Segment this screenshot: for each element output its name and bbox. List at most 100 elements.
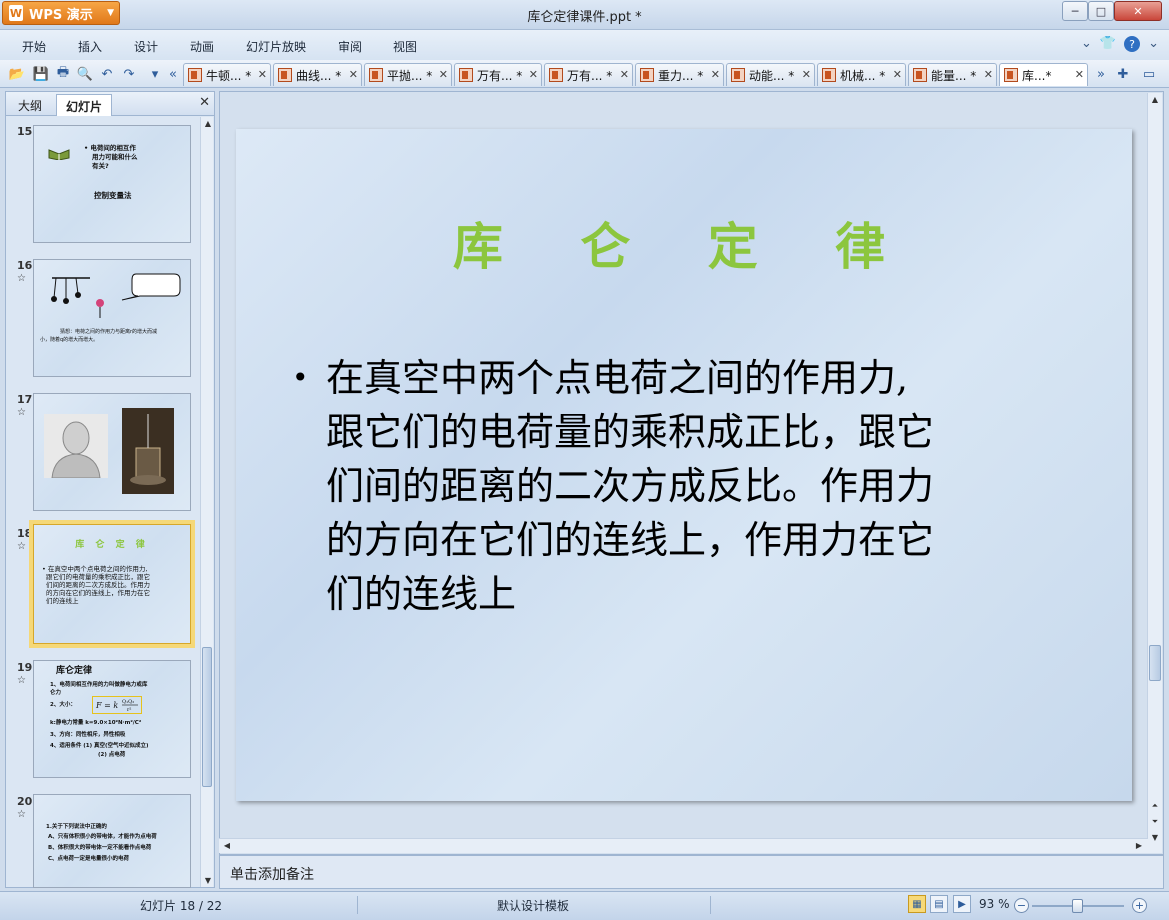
open-icon[interactable]: 📂	[8, 65, 26, 83]
doc-tab-active[interactable]: 库...* ✕	[999, 63, 1088, 86]
ppt-file-icon	[188, 68, 202, 82]
close-tab-icon[interactable]: ✕	[529, 68, 538, 81]
scroll-right-icon[interactable]: ▶	[1133, 839, 1145, 852]
animation-star-icon: ☆	[17, 407, 26, 418]
tab-outline[interactable]: 大纲	[9, 94, 51, 116]
tab-list-icon[interactable]: ▭	[1140, 65, 1158, 83]
formula-image: F = k Q₁Q₂ r²	[92, 696, 142, 714]
scroll-thumb[interactable]	[202, 647, 212, 787]
maximize-button[interactable]: □	[1088, 1, 1114, 21]
slide-body-text[interactable]: 在真空中两个点电荷之间的作用力, 跟它们的电荷量的乘积成正比，跟它 们间的距离的…	[326, 351, 1046, 621]
slide-thumbnail-16[interactable]: 猜想：电荷之间的作用力与距离r的增大而减 小，随着q的增大而增大。	[33, 259, 191, 377]
close-button[interactable]: ✕	[1114, 1, 1162, 21]
slideshow-icon[interactable]: ▶	[953, 895, 971, 913]
doc-tab[interactable]: 动能... * ✕	[726, 63, 815, 86]
torsion-balance-image	[122, 408, 174, 494]
slide-editor: 库 仑 定 律 • 在真空中两个点电荷之间的作用力, 跟它们的电荷量的乘积成正比…	[219, 91, 1164, 855]
help-icon[interactable]: ?	[1124, 36, 1141, 52]
quick-toolbar: 📂 💾 🖶 🔍 ↶ ↷ ▾ « 牛顿... * ✕ 曲线... * ✕ 平抛... …	[0, 60, 1169, 88]
zoom-out-icon[interactable]: −	[1014, 898, 1029, 913]
close-tab-icon[interactable]: ✕	[711, 68, 720, 81]
menu-insert[interactable]: 插入	[78, 38, 102, 55]
book-icon	[48, 149, 70, 160]
pane-tabs: 大纲 幻灯片 ✕	[6, 92, 214, 116]
prev-slide-icon[interactable]: ⏶	[1149, 799, 1161, 812]
customize-icon[interactable]: ▾	[146, 65, 164, 83]
scroll-down-icon[interactable]: ▼	[202, 874, 214, 887]
close-tab-icon[interactable]: ✕	[984, 68, 993, 81]
ppt-file-icon	[913, 68, 927, 82]
menu-home[interactable]: 开始	[22, 38, 46, 55]
doc-tab[interactable]: 重力... * ✕	[635, 63, 724, 86]
doc-tab[interactable]: 万有... * ✕	[454, 63, 542, 86]
thumb-number: 18	[17, 527, 33, 540]
slide-counter: 幻灯片 18 / 22	[140, 899, 223, 913]
slide-thumbnail-17[interactable]	[33, 393, 191, 511]
horizontal-scrollbar[interactable]: ◀ ▶	[219, 838, 1148, 853]
ppt-file-icon	[731, 68, 745, 82]
slide-thumbnail-18[interactable]: 库 仑 定 律 • 在真空中两个点电荷之间的作用力, 跟它们的电荷量的乘积成正比…	[29, 520, 195, 648]
close-tab-icon[interactable]: ✕	[349, 68, 358, 81]
close-icon[interactable]: ✕	[199, 95, 210, 110]
tab-scroll-left-icon[interactable]: «	[164, 65, 182, 83]
slide-thumbnail-20[interactable]: 1.关于下列说法中正确的 A、只有体积很小的带电体，才能作为点电荷 B、体积很大…	[33, 794, 191, 888]
ppt-file-icon	[278, 68, 292, 82]
zoom-in-icon[interactable]: +	[1132, 898, 1147, 913]
notes-pane[interactable]: 单击添加备注	[219, 855, 1164, 889]
slide-title[interactable]: 库 仑 定 律	[236, 207, 1132, 279]
slide-thumbnail-15[interactable]: • 电荷间的相互作 用力可能和什么 有关? 控制变量法	[33, 125, 191, 243]
close-tab-icon[interactable]: ✕	[439, 68, 448, 81]
print-preview-icon[interactable]: 🔍	[76, 65, 94, 83]
current-slide[interactable]: 库 仑 定 律 • 在真空中两个点电荷之间的作用力, 跟它们的电荷量的乘积成正比…	[236, 129, 1132, 801]
body-line: 的方向在它们的连线上，作用力在它	[326, 518, 935, 562]
slide-scrollbar[interactable]: ▲ ⏶ ⏷ ▼	[1147, 93, 1162, 853]
zoom-slider-handle[interactable]	[1072, 899, 1083, 913]
scroll-up-icon[interactable]: ▲	[1149, 93, 1161, 106]
tab-scroll-right-icon[interactable]: »	[1092, 65, 1110, 83]
chevron-down-icon[interactable]: ⌄	[1081, 36, 1092, 52]
svg-text:r²: r²	[127, 707, 131, 713]
menu-view[interactable]: 视图	[393, 38, 417, 55]
normal-view-icon[interactable]: ▦	[908, 895, 926, 913]
doc-tab[interactable]: 万有... * ✕	[544, 63, 633, 86]
zoom-level: 93 %	[979, 897, 1010, 911]
ppt-file-icon	[822, 68, 836, 82]
menu-slideshow[interactable]: 幻灯片放映	[246, 38, 306, 55]
doc-tab[interactable]: 能量... * ✕	[908, 63, 997, 86]
status-bar: 幻灯片 18 / 22 默认设计模板 ▦ ▤ ▶ 93 % − +	[0, 891, 1169, 920]
menu-design[interactable]: 设计	[134, 38, 158, 55]
scroll-thumb[interactable]	[1149, 645, 1161, 681]
slide-thumbnail-19[interactable]: 库仑定律 1、电荷间相互作用的力叫做静电力或库 仑力 2、大小： F = k Q₁…	[33, 660, 191, 778]
close-tab-icon[interactable]: ✕	[1075, 68, 1084, 81]
redo-icon[interactable]: ↷	[120, 65, 138, 83]
new-tab-icon[interactable]: ✚	[1114, 65, 1132, 83]
tab-slides[interactable]: 幻灯片	[56, 94, 113, 116]
svg-text:Q₁Q₂: Q₁Q₂	[122, 699, 134, 705]
bullet-icon: •	[292, 361, 309, 394]
save-icon[interactable]: 💾	[32, 65, 50, 83]
close-tab-icon[interactable]: ✕	[258, 68, 267, 81]
doc-tab[interactable]: 平抛... * ✕	[364, 63, 452, 86]
skin-icon[interactable]: 👕	[1100, 36, 1116, 52]
minimize-button[interactable]: ─	[1062, 1, 1088, 21]
chevron-down-icon[interactable]: ⌄	[1148, 36, 1159, 52]
undo-icon[interactable]: ↶	[98, 65, 116, 83]
slide-sorter-icon[interactable]: ▤	[930, 895, 948, 913]
menu-review[interactable]: 审阅	[338, 38, 362, 55]
scroll-down-icon[interactable]: ▼	[1149, 831, 1161, 844]
close-tab-icon[interactable]: ✕	[893, 68, 902, 81]
close-tab-icon[interactable]: ✕	[802, 68, 811, 81]
ppt-file-icon	[640, 68, 654, 82]
doc-tab[interactable]: 牛顿... * ✕	[183, 63, 271, 86]
scroll-up-icon[interactable]: ▲	[202, 117, 214, 130]
doc-tab[interactable]: 机械... * ✕	[817, 63, 906, 86]
doc-tab[interactable]: 曲线... * ✕	[273, 63, 362, 86]
thumbnail-scrollbar[interactable]: ▲ ▼	[200, 117, 213, 887]
close-tab-icon[interactable]: ✕	[620, 68, 629, 81]
thumb-number: 20	[17, 795, 33, 808]
next-slide-icon[interactable]: ⏷	[1149, 815, 1161, 828]
status-divider	[357, 896, 358, 914]
scroll-left-icon[interactable]: ◀	[221, 839, 233, 852]
print-icon[interactable]: 🖶	[54, 65, 72, 83]
menu-animation[interactable]: 动画	[190, 38, 214, 55]
